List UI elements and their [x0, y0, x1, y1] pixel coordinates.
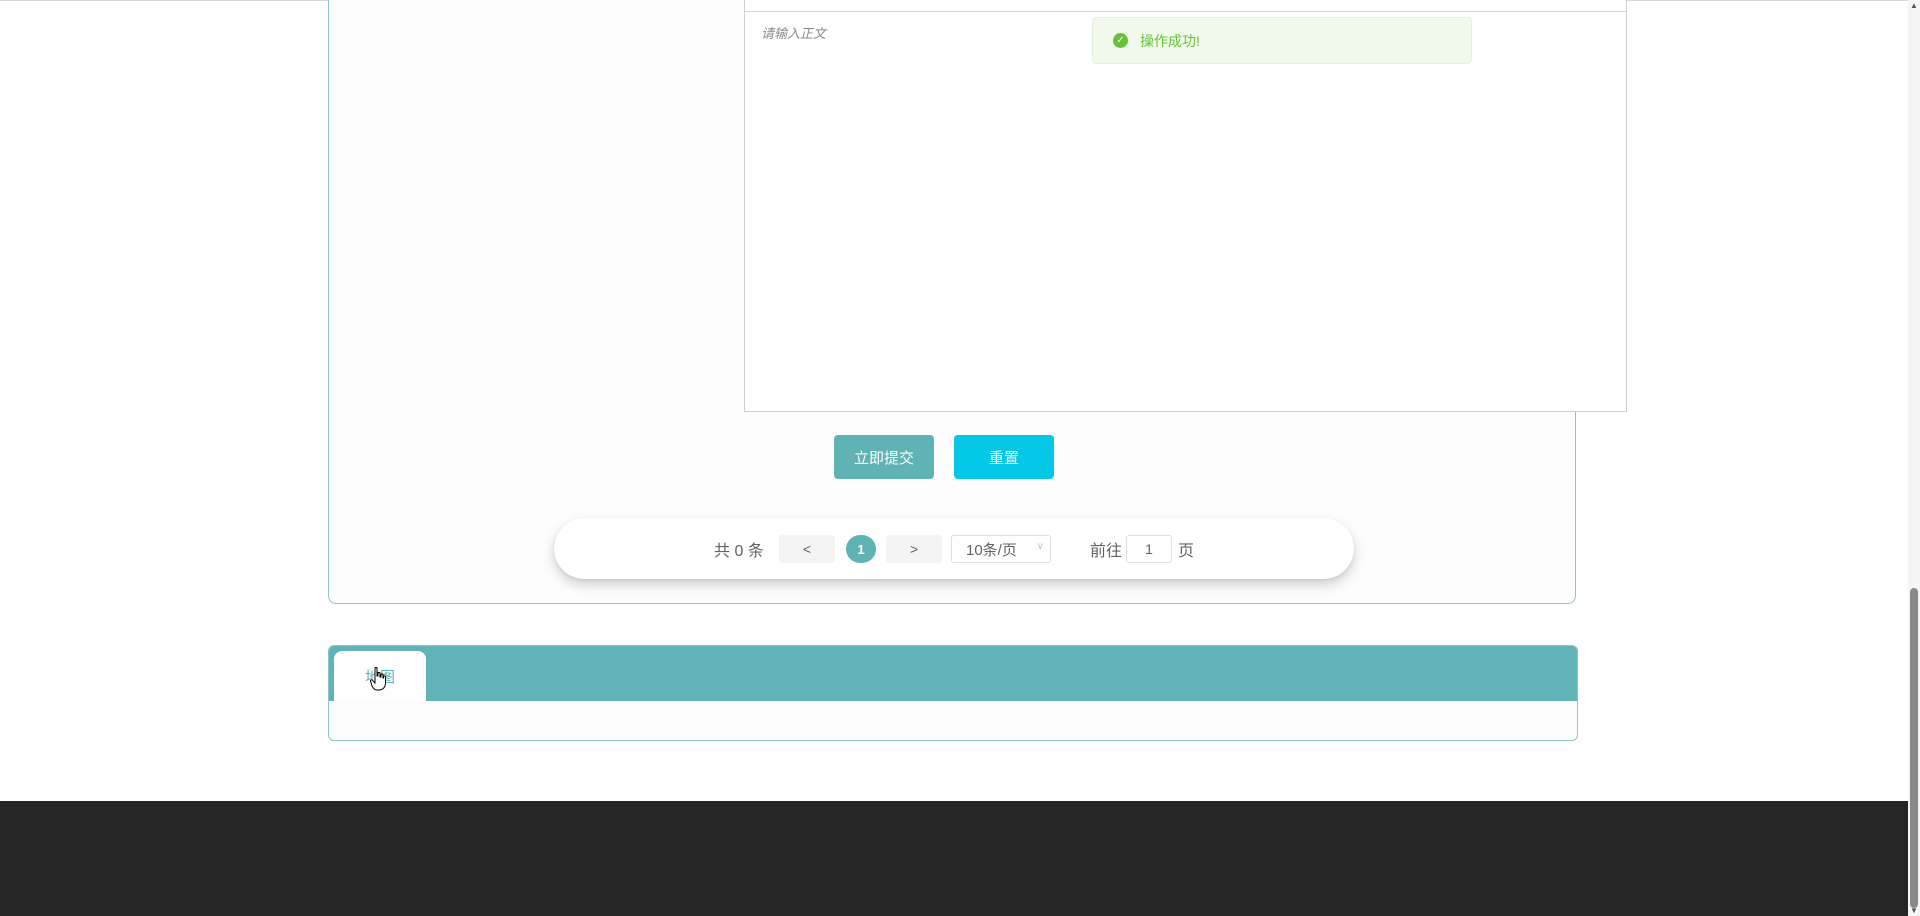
reset-button[interactable]: 重置 — [954, 435, 1054, 479]
submit-button[interactable]: 立即提交 — [834, 435, 934, 479]
page-size-select[interactable]: 10条/页 ∨ — [951, 535, 1051, 563]
chevron-down-icon: ∨ — [1036, 541, 1044, 552]
editor-toolbar: " < T — [745, 0, 1626, 12]
pagination-goto-input[interactable]: 1 — [1126, 535, 1172, 563]
check-circle-icon: ✓ — [1113, 33, 1128, 48]
toolbar-quote-icon[interactable]: " — [933, 0, 937, 1]
pagination-next-button[interactable]: > — [886, 535, 942, 563]
pagination-current-page[interactable]: 1 — [846, 535, 876, 563]
page-footer — [0, 801, 1908, 916]
scroll-up-arrow-icon[interactable]: ▲ — [1910, 1, 1918, 10]
toolbar-image-icon[interactable]: T — [1015, 0, 1022, 1]
scroll-down-arrow-icon[interactable]: ▼ — [1910, 906, 1918, 915]
form-card: " < T 请输入正文 ✓ 操作成功! 立即提交 重置 共 0 条 < 1 > … — [328, 0, 1627, 604]
pagination-total: 共 0 条 — [714, 542, 764, 560]
toast-message: 操作成功! — [1140, 32, 1200, 49]
scrollbar-thumb[interactable] — [1910, 588, 1918, 908]
success-toast: ✓ 操作成功! — [1092, 17, 1472, 64]
editor-placeholder: 请输入正文 — [761, 26, 827, 41]
pagination: 共 0 条 < 1 > 10条/页 ∨ 前往 1 页 — [554, 518, 1354, 579]
map-tab-bar: 地图 — [329, 646, 1577, 701]
pagination-page-suffix: 页 — [1178, 542, 1195, 560]
pagination-prev-button[interactable]: < — [779, 535, 835, 563]
page-size-value: 10条/页 — [966, 541, 1017, 559]
vertical-scrollbar[interactable]: ▲ ▼ — [1908, 0, 1920, 916]
pagination-goto-label: 前往 — [1090, 542, 1123, 560]
toolbar-code-icon[interactable]: < — [967, 0, 974, 1]
hand-cursor-icon — [370, 667, 386, 691]
map-card: 地图 — [328, 645, 1578, 741]
